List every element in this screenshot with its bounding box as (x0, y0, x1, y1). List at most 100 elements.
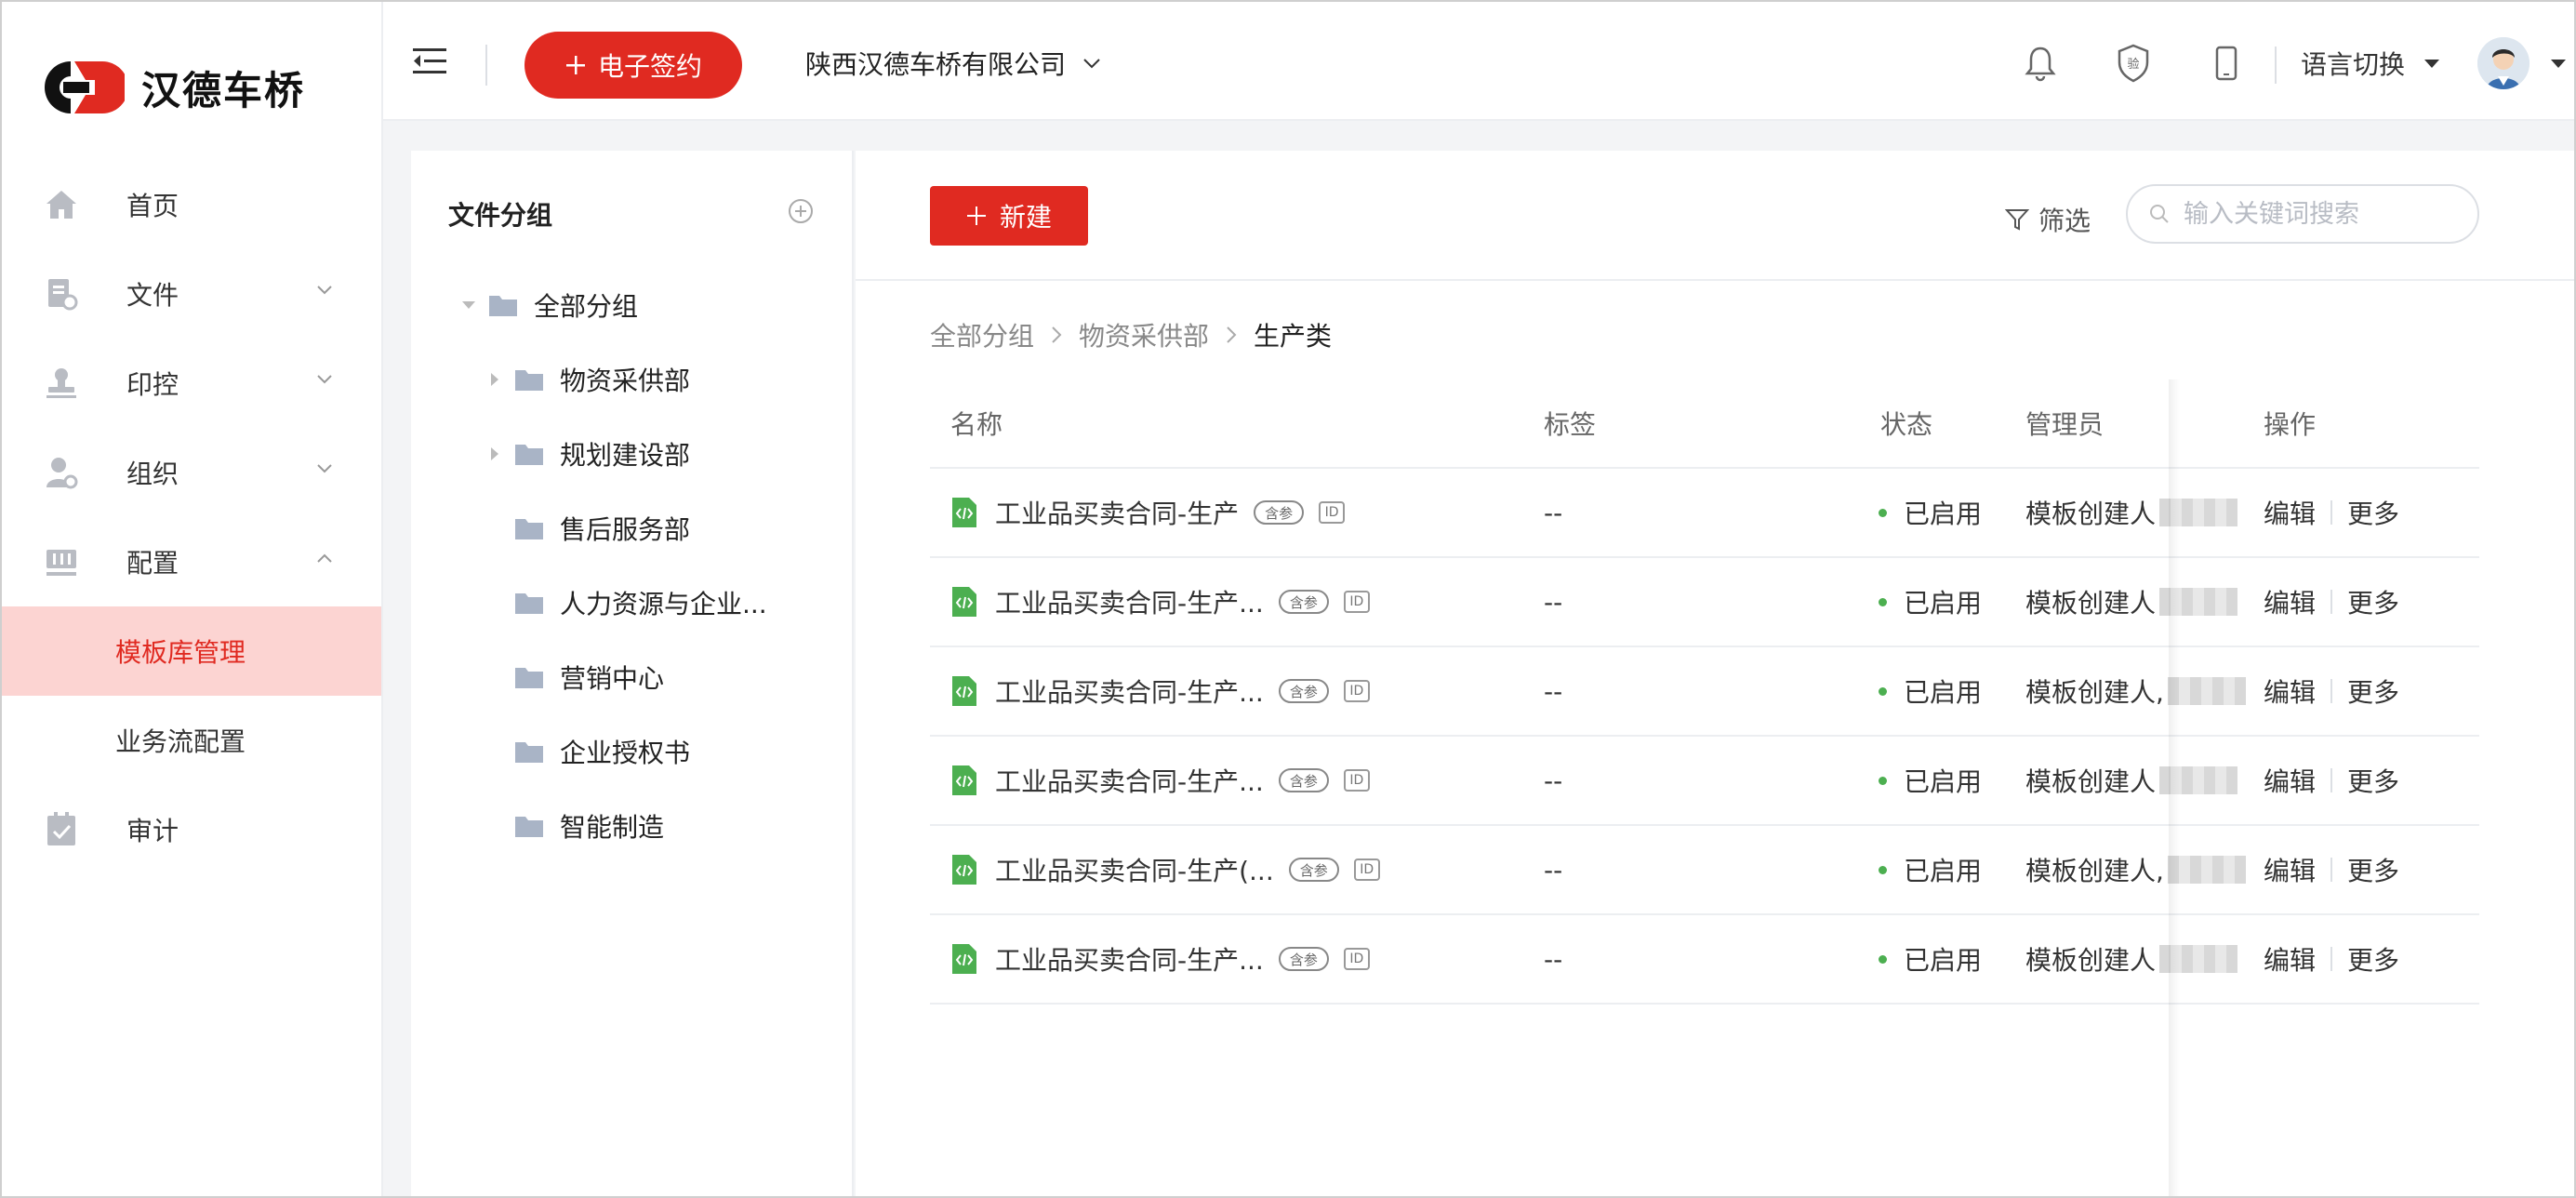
tree-node[interactable]: 规划建设部 (411, 417, 854, 491)
status-text: 已启用 (1904, 766, 1983, 797)
table-row[interactable]: 工业品买卖合同-生产(... 含参 ID -- 已启用 模板创建人, 编辑 更多 (930, 826, 2479, 915)
breadcrumb-item[interactable]: 全部分组 (930, 316, 1034, 353)
new-button-label: 新建 (999, 202, 1052, 233)
sidebar-item-seal[interactable]: 印控 (2, 339, 381, 428)
template-name[interactable]: 工业品买卖合同-生产 (995, 494, 1239, 531)
sidebar-item-label: 文件 (126, 280, 179, 311)
sidebar-nav: 首页 文件 印控 组织 配置 模板库管理 业务流配置 审计 (2, 160, 381, 874)
file-icon (43, 275, 80, 313)
edit-link[interactable]: 编辑 (2264, 583, 2316, 620)
id-badge[interactable]: ID (1343, 948, 1370, 970)
notification-bell-icon[interactable] (2020, 43, 2061, 84)
more-link[interactable]: 更多 (2347, 762, 2399, 799)
template-name[interactable]: 工业品买卖合同-生产(... (995, 851, 1274, 888)
sidebar-item-file[interactable]: 文件 (2, 249, 381, 339)
template-name[interactable]: 工业品买卖合同-生产... (995, 583, 1264, 620)
tree-node[interactable]: 营销中心 (411, 640, 854, 714)
sidebar-item-home[interactable]: 首页 (2, 160, 381, 249)
tree-node-label: 规划建设部 (560, 440, 691, 471)
sidebar-subitem-workflow-config[interactable]: 业务流配置 (2, 696, 381, 785)
caret-down-icon[interactable] (459, 296, 478, 314)
more-link[interactable]: 更多 (2347, 494, 2399, 531)
new-button[interactable]: 新建 (930, 186, 1088, 246)
table-row[interactable]: 工业品买卖合同-生产... 含参 ID -- 已启用 模板创建人, 编辑 更多 (930, 647, 2479, 737)
group-tree: 全部分组 物资采供部 规划建设部 售后服务部 人力资源与企业... 营销中心 企… (411, 268, 854, 863)
stamp-icon (43, 365, 80, 402)
tree-node-label: 人力资源与企业... (560, 589, 767, 619)
id-badge[interactable]: ID (1343, 680, 1370, 702)
edit-link[interactable]: 编辑 (2264, 494, 2316, 531)
table-row[interactable]: 工业品买卖合同-生产... 含参 ID -- 已启用 模板创建人 编辑 更多 (930, 915, 2479, 1005)
column-header-status: 状态 (1880, 409, 1933, 440)
edit-link[interactable]: 编辑 (2264, 940, 2316, 978)
table-row[interactable]: 工业品买卖合同-生产... 含参 ID -- 已启用 模板创建人 编辑 更多 (930, 737, 2479, 826)
logo-mark-icon (45, 61, 125, 113)
admin-name: 模板创建人 (2025, 766, 2157, 797)
more-link[interactable]: 更多 (2347, 672, 2399, 710)
folder-icon (515, 668, 543, 688)
logo[interactable]: 汉德车桥 (43, 54, 305, 121)
breadcrumb-current: 生产类 (1254, 321, 1333, 352)
table-row[interactable]: 工业品买卖合同-生产... 含参 ID -- 已启用 模板创建人 编辑 更多 (930, 558, 2479, 647)
more-link[interactable]: 更多 (2347, 851, 2399, 888)
tree-node-label: 企业授权书 (560, 738, 691, 768)
column-header-ops: 操作 (2264, 409, 2317, 440)
folder-icon (515, 519, 543, 539)
caret-right-icon[interactable] (485, 445, 504, 463)
tree-node[interactable]: 企业授权书 (411, 714, 854, 789)
breadcrumb-item[interactable]: 物资采供部 (1079, 316, 1209, 353)
edit-link[interactable]: 编辑 (2264, 672, 2316, 710)
edit-link[interactable]: 编辑 (2264, 762, 2316, 799)
tree-node[interactable]: 人力资源与企业... (411, 566, 854, 640)
template-name[interactable]: 工业品买卖合同-生产... (995, 762, 1264, 799)
tree-node[interactable]: 智能制造 (411, 789, 854, 863)
caret-right-icon[interactable] (485, 370, 504, 389)
column-header-tag: 标签 (1544, 409, 1597, 440)
filter-button[interactable]: 筛选 (2005, 201, 2091, 238)
table-row[interactable]: 工业品买卖合同-生产 含参 ID -- 已启用 模板创建人 编辑 更多 (930, 469, 2479, 558)
language-switcher[interactable]: 语言切换 (2301, 43, 2440, 84)
chevron-down-icon (317, 375, 332, 384)
esign-button[interactable]: 电子签约 (524, 32, 742, 99)
edit-link[interactable]: 编辑 (2264, 851, 2316, 888)
main-content: 新建 筛选 全部分组 物资采供部 生产类 名称 标签 状态 管理员 操作 (856, 151, 2574, 1196)
company-selector[interactable]: 陕西汉德车桥有限公司 (805, 43, 1101, 84)
id-badge[interactable]: ID (1343, 769, 1370, 792)
menu-collapse-icon[interactable] (411, 45, 448, 78)
mobile-icon[interactable] (2206, 43, 2247, 84)
template-table: 名称 标签 状态 管理员 操作 工业品买卖合同-生产 含参 ID -- 已启用 … (930, 379, 2479, 1005)
id-badge[interactable]: ID (1319, 501, 1346, 524)
template-name[interactable]: 工业品买卖合同-生产... (995, 672, 1264, 710)
id-badge[interactable]: ID (1343, 591, 1370, 613)
verify-shield-icon[interactable]: 验 (2113, 43, 2154, 84)
search-input[interactable] (2184, 199, 2463, 229)
filter-icon (2005, 209, 2029, 231)
user-avatar[interactable] (2477, 37, 2530, 89)
tag-cell: -- (1544, 675, 1563, 707)
sidebar-item-config[interactable]: 配置 (2, 517, 381, 606)
ops-divider (2330, 947, 2333, 971)
fixed-column-shadow (2169, 379, 2180, 1196)
sidebar-item-audit[interactable]: 审计 (2, 785, 381, 874)
tree-node-all-groups[interactable]: 全部分组 (411, 268, 854, 342)
admin-name: 模板创建人 (2025, 588, 2157, 619)
id-badge[interactable]: ID (1353, 859, 1380, 881)
status-text: 已启用 (1904, 945, 1983, 976)
sidebar-item-organization[interactable]: 组织 (2, 428, 381, 517)
sidebar-subitem-template-library[interactable]: 模板库管理 (2, 606, 381, 696)
tree-node-label: 营销中心 (560, 663, 665, 694)
search-box[interactable] (2126, 184, 2479, 244)
tree-node[interactable]: 售后服务部 (411, 491, 854, 566)
add-group-icon[interactable] (787, 197, 815, 225)
file-group-panel: 文件分组 全部分组 物资采供部 规划建设部 售后服务部 人力资源与企业... 营… (411, 151, 854, 1196)
more-link[interactable]: 更多 (2347, 940, 2399, 978)
status-text: 已启用 (1904, 588, 1983, 619)
toolbar-divider (856, 279, 2574, 281)
tree-node-label: 智能制造 (560, 812, 665, 843)
caret-down-icon[interactable] (2550, 58, 2567, 69)
svg-text:验: 验 (2127, 57, 2139, 72)
template-name[interactable]: 工业品买卖合同-生产... (995, 940, 1264, 978)
ops-divider (2330, 679, 2333, 703)
tree-node[interactable]: 物资采供部 (411, 342, 854, 417)
more-link[interactable]: 更多 (2347, 583, 2399, 620)
